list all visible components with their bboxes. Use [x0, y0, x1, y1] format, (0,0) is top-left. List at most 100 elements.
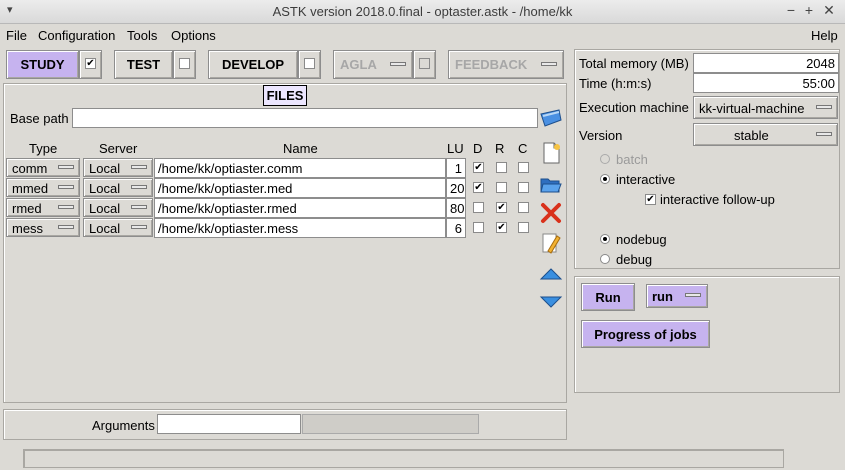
run-button[interactable]: Run [581, 283, 635, 311]
file-server-select[interactable]: Local [83, 218, 153, 237]
file-d-checkbox[interactable]: ✔ [473, 162, 484, 173]
new-file-icon[interactable] [539, 141, 563, 165]
menu-help[interactable]: Help [811, 28, 838, 43]
file-c-checkbox[interactable] [518, 222, 529, 233]
file-r-checkbox[interactable]: ✔ [496, 222, 507, 233]
file-name-value: /home/kk/optiaster.mess [158, 221, 299, 236]
file-r-checkbox[interactable] [496, 182, 507, 193]
dropdown-icon [58, 205, 74, 209]
run-mode-select[interactable]: run [646, 284, 708, 308]
file-name-input[interactable]: /home/kk/optiaster.comm [154, 158, 446, 178]
file-type-select[interactable]: mmed [6, 178, 80, 197]
file-row: mmed Local /home/kk/optiaster.med 20 ✔ [6, 178, 536, 198]
file-name-input[interactable]: /home/kk/optiaster.mess [154, 218, 446, 238]
close-icon[interactable]: ✕ [820, 2, 838, 19]
file-d-checkbox[interactable] [473, 222, 484, 233]
time-label: Time (h:m:s) [579, 76, 652, 91]
version-select[interactable]: stable [693, 123, 838, 146]
file-name-input[interactable]: /home/kk/optiaster.rmed [154, 198, 446, 218]
file-name-value: /home/kk/optiaster.rmed [158, 201, 297, 216]
file-name-input[interactable]: /home/kk/optiaster.med [154, 178, 446, 198]
file-lu-input[interactable]: 80 [446, 198, 466, 218]
window-title: ASTK version 2018.0.final - optaster.ast… [272, 4, 573, 19]
file-name-value: /home/kk/optiaster.comm [158, 161, 303, 176]
version-value: stable [734, 128, 769, 143]
folder-browse-icon[interactable] [539, 106, 563, 130]
file-row: rmed Local /home/kk/optiaster.rmed 80 ✔ [6, 198, 536, 218]
file-server-value: Local [89, 221, 121, 236]
file-type-select[interactable]: mess [6, 218, 80, 237]
file-d-checkbox[interactable] [473, 202, 484, 213]
batch-label: batch [616, 152, 648, 167]
menu-tools[interactable]: Tools [127, 28, 157, 43]
file-server-value: Local [89, 181, 121, 196]
file-server-select[interactable]: Local [83, 198, 153, 217]
study-checkbox[interactable]: ✔ [85, 58, 96, 69]
file-name-value: /home/kk/optiaster.med [158, 181, 293, 196]
debug-label: debug [616, 252, 653, 267]
base-path-input[interactable] [72, 108, 538, 128]
file-lu-value: 20 [450, 181, 465, 196]
file-type-select[interactable]: comm [6, 158, 80, 177]
delete-icon[interactable] [539, 201, 563, 225]
file-d-checkbox[interactable]: ✔ [473, 182, 484, 193]
arguments-scroll[interactable] [302, 414, 479, 434]
feedback-dropdown-icon [541, 62, 557, 66]
file-type-select[interactable]: rmed [6, 198, 80, 217]
move-up-icon[interactable] [539, 262, 563, 286]
develop-button[interactable]: DEVELOP [208, 50, 298, 79]
file-c-checkbox[interactable] [518, 182, 529, 193]
exec-machine-value: kk-virtual-machine [699, 101, 805, 116]
version-label: Version [579, 128, 623, 143]
file-c-checkbox[interactable] [518, 202, 529, 213]
file-server-value: Local [89, 161, 121, 176]
progress-of-jobs-button[interactable]: Progress of jobs [581, 320, 710, 348]
col-type: Type [29, 141, 58, 156]
batch-radio[interactable] [600, 154, 610, 164]
agla-checkbox[interactable] [419, 58, 430, 69]
develop-checkbox[interactable] [304, 58, 315, 69]
arguments-input[interactable] [157, 414, 301, 434]
agla-button[interactable]: AGLA [333, 50, 413, 79]
test-button[interactable]: TEST [114, 50, 173, 79]
menu-file[interactable]: File [6, 28, 27, 43]
feedback-label: FEEDBACK [455, 57, 528, 72]
file-c-checkbox[interactable] [518, 162, 529, 173]
nodebug-radio[interactable] [600, 234, 610, 244]
interactive-radio[interactable] [600, 174, 610, 184]
base-path-label: Base path [10, 111, 69, 126]
interactive-followup-checkbox[interactable]: ✔ [645, 194, 656, 205]
file-r-checkbox[interactable] [496, 162, 507, 173]
file-lu-input[interactable]: 1 [446, 158, 466, 178]
col-d: D [473, 141, 483, 156]
open-folder-icon[interactable] [539, 172, 563, 196]
move-down-icon[interactable] [539, 290, 563, 314]
test-checkbox[interactable] [179, 58, 190, 69]
file-lu-input[interactable]: 20 [446, 178, 466, 198]
file-lu-input[interactable]: 6 [446, 218, 466, 238]
dropdown-icon [131, 165, 147, 169]
file-type-value: mmed [12, 181, 49, 196]
menu-bar: File Configuration Tools Options Help [0, 25, 845, 47]
file-server-select[interactable]: Local [83, 158, 153, 177]
dropdown-icon [58, 225, 74, 229]
debug-radio[interactable] [600, 254, 610, 264]
menu-configuration[interactable]: Configuration [38, 28, 115, 43]
maximize-icon[interactable]: + [800, 2, 818, 18]
total-memory-input[interactable]: 2048 [693, 53, 839, 73]
time-input[interactable]: 55:00 [693, 73, 839, 93]
file-type-value: rmed [12, 201, 42, 216]
exec-machine-select[interactable]: kk-virtual-machine [693, 96, 838, 119]
file-server-select[interactable]: Local [83, 178, 153, 197]
file-type-value: mess [12, 221, 44, 236]
dropdown-icon [685, 293, 701, 297]
interactive-followup-label: interactive follow-up [660, 192, 775, 207]
study-button[interactable]: STUDY [6, 50, 79, 79]
feedback-button[interactable]: FEEDBACK [448, 50, 564, 79]
file-lu-value: 1 [454, 161, 462, 176]
edit-icon[interactable] [539, 231, 563, 255]
total-memory-label: Total memory (MB) [579, 56, 689, 71]
minimize-icon[interactable]: − [782, 2, 800, 18]
file-r-checkbox[interactable]: ✔ [496, 202, 507, 213]
menu-options[interactable]: Options [171, 28, 216, 43]
